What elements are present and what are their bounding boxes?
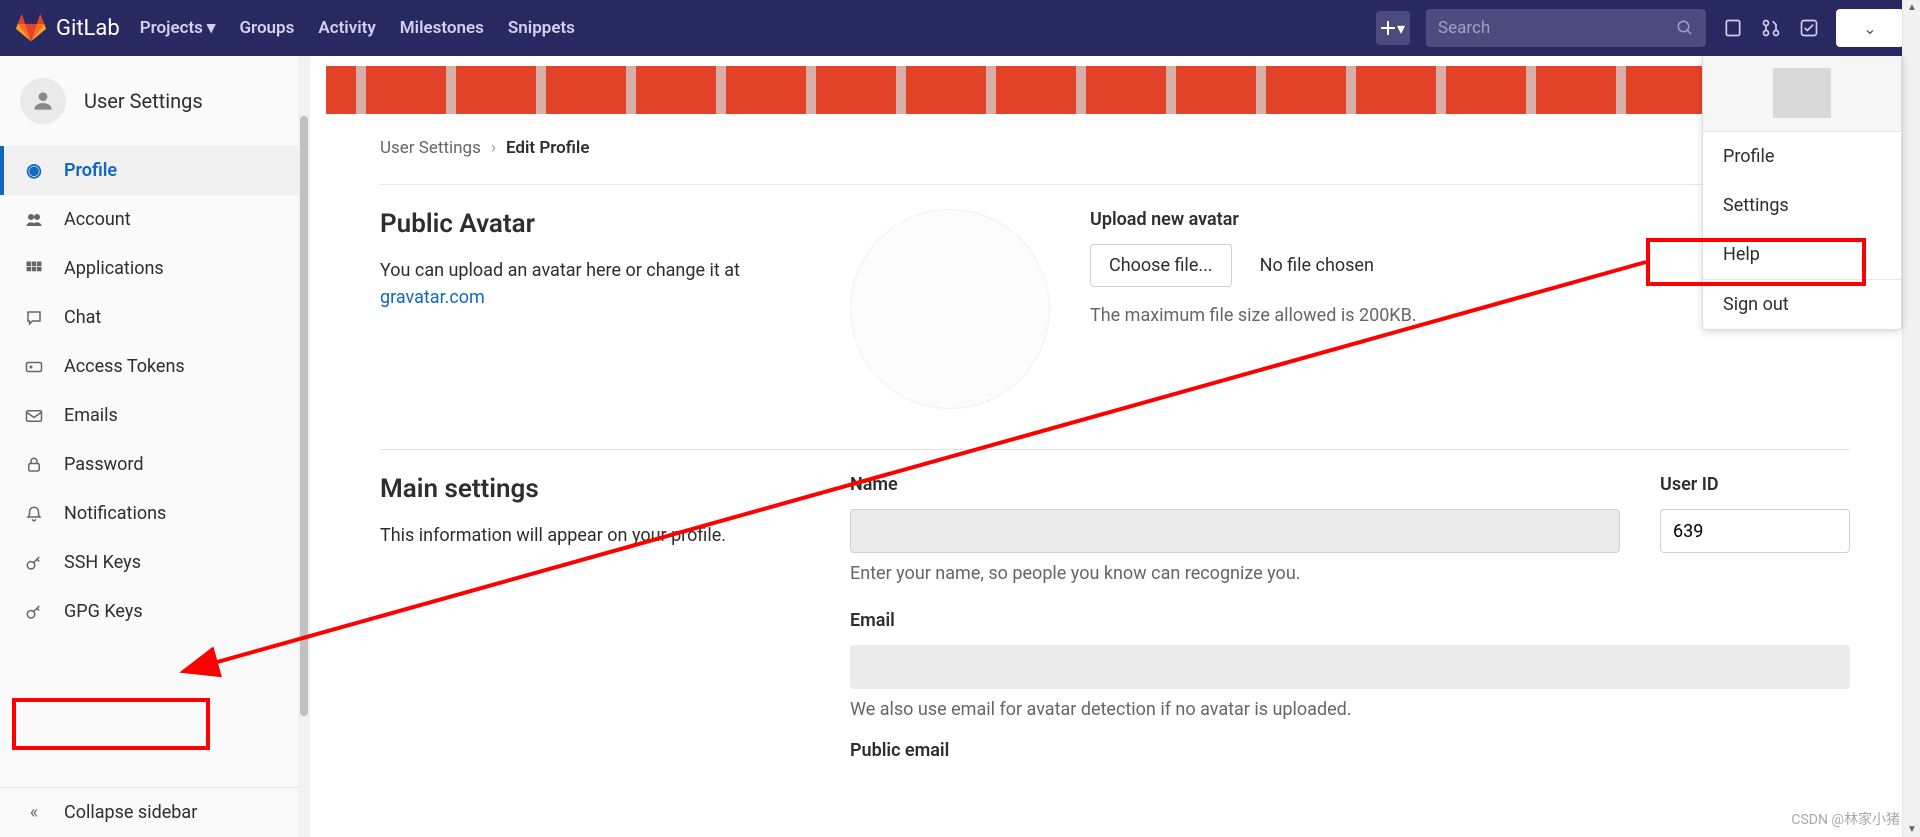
main-content: User Settings › Edit Profile Public Avat… [310,56,1920,837]
dropdown-profile[interactable]: Profile [1703,132,1901,181]
nav-snippets[interactable]: Snippets [508,18,575,38]
key-icon [24,602,44,622]
collapse-icon: « [24,803,44,823]
search-icon [1676,19,1694,37]
brand-name: GitLab [56,16,120,41]
public-avatar-desc: You can upload an avatar here or change … [380,257,810,311]
dropdown-header [1703,56,1901,131]
gravatar-link[interactable]: gravatar.com [380,287,485,308]
sidebar-item-gpg-keys[interactable]: GPG Keys [0,587,309,636]
userid-label: User ID [1660,474,1850,495]
issues-icon[interactable] [1722,17,1744,39]
watermark: CSDN @林家小猪 [1791,809,1900,829]
sidebar-item-applications[interactable]: Applications [0,244,309,293]
email-field[interactable] [850,645,1850,689]
chat-icon [24,308,44,328]
breadcrumb: User Settings › Edit Profile [380,138,1850,158]
avatar-preview [850,209,1050,409]
dropdown-settings[interactable]: Settings [1703,181,1901,230]
broadcast-banner [326,66,1904,114]
user-avatar-icon [20,78,66,124]
top-right-tools: ▾ ⌄ [1376,9,1904,47]
nav-groups[interactable]: Groups [239,18,294,38]
dropdown-help[interactable]: Help [1703,230,1901,279]
settings-sidebar: User Settings ◉Profile Account Applicati… [0,56,310,837]
breadcrumb-separator: › [491,138,496,158]
file-status: No file chosen [1260,255,1374,276]
key-icon [24,553,44,573]
email-help: We also use email for avatar detection i… [850,699,1850,720]
sidebar-item-profile[interactable]: ◉Profile [0,146,309,195]
breadcrumb-root[interactable]: User Settings [380,138,481,158]
sidebar-item-ssh-keys[interactable]: SSH Keys [0,538,309,587]
public-avatar-title: Public Avatar [380,209,810,239]
search-input[interactable] [1438,18,1676,38]
sidebar-item-emails[interactable]: Emails [0,391,309,440]
divider [380,184,1850,185]
userid-field[interactable] [1660,509,1850,553]
nav-milestones[interactable]: Milestones [400,18,484,38]
sidebar-header: User Settings [0,56,309,146]
todos-icon[interactable] [1798,17,1820,39]
public-email-label: Public email [850,740,1850,761]
gitlab-logo[interactable]: GitLab [16,13,120,43]
name-label: Name [850,474,1620,495]
tanuki-icon [16,13,46,43]
merge-requests-icon[interactable] [1760,17,1782,39]
user-menu-button[interactable]: ⌄ [1836,9,1904,47]
chevron-down-icon: ⌄ [1863,19,1876,38]
apps-icon [24,259,44,279]
chevron-down-icon: ▾ [207,18,216,38]
lock-icon [24,455,44,475]
email-label: Email [850,610,1850,631]
name-field[interactable] [850,509,1620,553]
account-icon [24,210,44,230]
sidebar-scrollbar[interactable] [298,56,310,837]
sidebar-item-notifications[interactable]: Notifications [0,489,309,538]
mail-icon [24,406,44,426]
breadcrumb-current: Edit Profile [506,138,589,158]
sidebar-item-access-tokens[interactable]: Access Tokens [0,342,309,391]
nav-projects[interactable]: Projects ▾ [140,18,216,38]
bell-icon [24,504,44,524]
dropdown-signout[interactable]: Sign out [1703,280,1901,329]
token-icon [24,357,44,377]
choose-file-button[interactable]: Choose file... [1090,244,1232,287]
main-settings-title: Main settings [380,474,810,504]
collapse-sidebar[interactable]: «Collapse sidebar [0,787,309,837]
global-search[interactable] [1426,9,1706,47]
new-dropdown-button[interactable]: ▾ [1376,11,1410,45]
user-dropdown-menu: Profile Settings Help Sign out [1702,56,1902,330]
sidebar-item-chat[interactable]: Chat [0,293,309,342]
sidebar-item-account[interactable]: Account [0,195,309,244]
sidebar-item-password[interactable]: Password [0,440,309,489]
sidebar-title: User Settings [84,89,203,113]
user-avatar-thumb [1773,68,1831,118]
main-settings-desc: This information will appear on your pro… [380,522,810,549]
top-navbar: GitLab Projects ▾ Groups Activity Milest… [0,0,1920,56]
profile-icon: ◉ [24,161,44,181]
name-help: Enter your name, so people you know can … [850,563,1620,584]
page-scrollbar[interactable]: ▲ ▼ [1902,0,1920,837]
primary-nav: Projects ▾ Groups Activity Milestones Sn… [140,18,1376,38]
divider [380,449,1850,450]
nav-activity[interactable]: Activity [318,18,375,38]
